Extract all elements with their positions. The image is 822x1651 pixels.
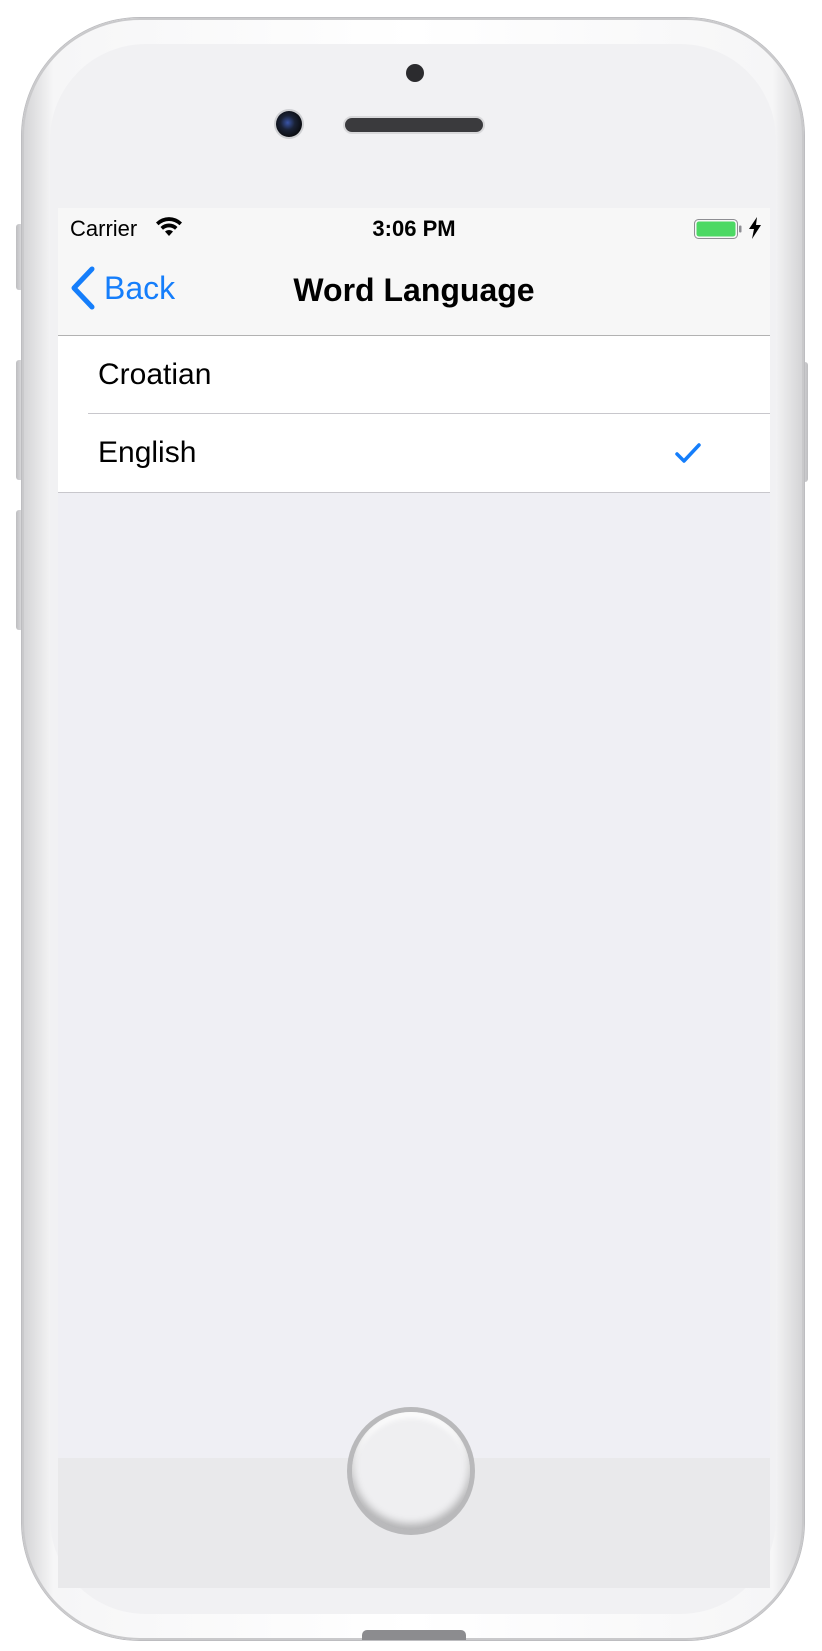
charging-bolt-icon: [749, 217, 761, 239]
screen: Carrier 3:06 PM Back Word Language Croat…: [58, 208, 770, 1458]
language-label: English: [98, 436, 197, 469]
language-label: Croatian: [98, 358, 212, 391]
front-camera-icon: [276, 111, 302, 137]
status-time: 3:06 PM: [372, 216, 456, 241]
bottom-edge-detail: [362, 1630, 466, 1640]
earpiece-speaker: [345, 118, 483, 132]
status-bar: Carrier 3:06 PM: [58, 208, 770, 248]
proximity-sensor: [406, 64, 424, 82]
navigation-bar: Back Word Language: [58, 248, 770, 336]
home-button[interactable]: [352, 1412, 470, 1530]
battery-icon: [694, 219, 742, 239]
language-item-english[interactable]: English: [58, 414, 770, 492]
device-frame: Carrier 3:06 PM Back Word Language Croat…: [0, 0, 822, 1651]
page-title: Word Language: [293, 272, 535, 308]
language-item-croatian[interactable]: Croatian: [58, 336, 770, 414]
language-list: Croatian English: [58, 336, 770, 493]
checkmark-icon: [675, 443, 701, 463]
